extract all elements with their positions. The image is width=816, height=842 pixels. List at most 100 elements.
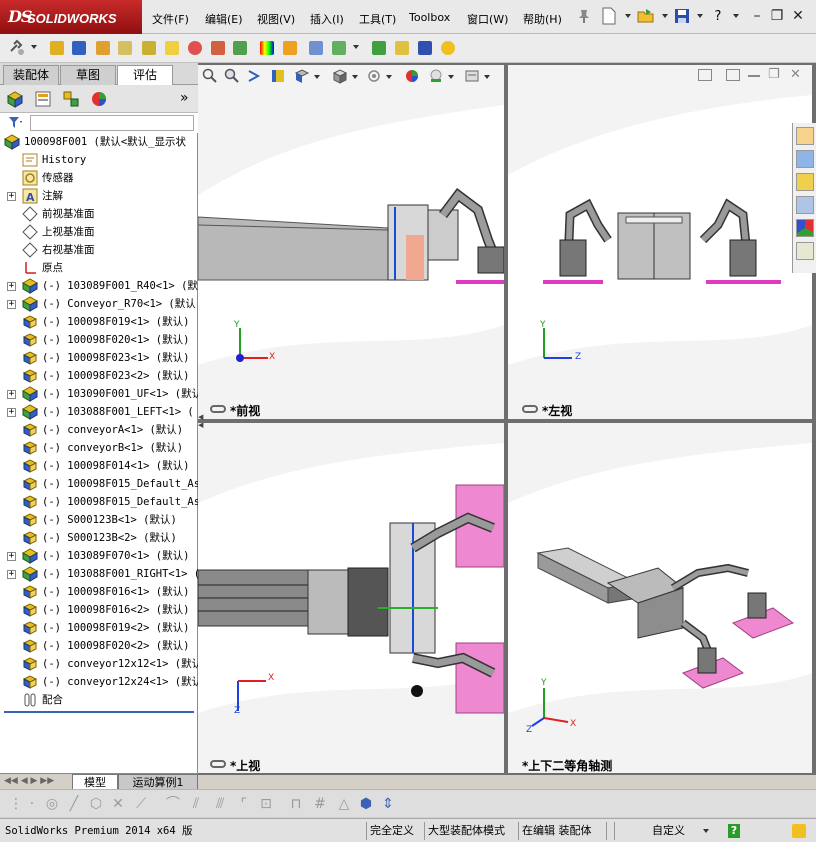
menu-view[interactable]: 视图(V) <box>257 11 295 27</box>
interference-detection-icon[interactable] <box>48 39 66 57</box>
tree-item[interactable]: 传感器 <box>0 169 198 187</box>
filter-icon[interactable] <box>8 116 24 133</box>
tree-item[interactable]: (-) S000123B<2> (默认) <box>0 529 198 547</box>
link-views-icon[interactable] <box>210 405 226 413</box>
tree-item[interactable]: + (-) Conveyor_R70<1> (默认 <box>0 295 198 313</box>
tree-item[interactable]: + (-) 103088F001_RIGHT<1> ( <box>0 565 198 583</box>
relation-icon[interactable]: △ <box>336 796 352 812</box>
apply-scene-arrow-icon[interactable] <box>448 75 454 79</box>
configuration-manager-icon[interactable] <box>62 90 80 108</box>
status-units[interactable]: 自定义 <box>652 823 685 839</box>
status-notification-icon[interactable] <box>792 824 806 838</box>
tree-item[interactable]: (-) 100098F020<2> (默认) <box>0 637 198 655</box>
hide-show-items-icon[interactable] <box>366 68 382 84</box>
tree-item[interactable]: (-) conveyor12x24<1> (默认 <box>0 673 198 691</box>
menu-insert[interactable]: 插入(I) <box>310 11 344 27</box>
custom-properties-icon[interactable] <box>796 242 814 260</box>
tree-item[interactable]: + (-) 103089F001_R40<1> (默 <box>0 277 198 295</box>
performance-evaluation-icon[interactable] <box>231 39 249 57</box>
tree-item[interactable]: 上视基准面 <box>0 223 198 241</box>
tree-item[interactable]: (-) 100098F015_Default_As <box>0 475 198 493</box>
tab-assembly[interactable]: 装配体 <box>3 65 59 85</box>
zoom-to-fit-icon[interactable] <box>202 68 218 84</box>
edit-appearance-icon[interactable] <box>404 68 420 84</box>
3d-sketch-icon[interactable]: ⬢ <box>358 796 374 812</box>
offset-icon[interactable]: ⫽ <box>188 796 204 812</box>
pushpin-icon[interactable] <box>575 7 593 25</box>
tree-item[interactable]: 原点 <box>0 259 198 277</box>
new-document-icon[interactable] <box>600 7 618 25</box>
tree-item[interactable]: (-) S000123B<1> (默认) <box>0 511 198 529</box>
simulation-xpress-icon[interactable] <box>370 39 388 57</box>
tree-filter-input[interactable] <box>30 115 194 131</box>
tree-item[interactable]: (-) 100098F019<1> (默认) <box>0 313 198 331</box>
link-views-icon[interactable] <box>210 760 226 768</box>
tree-item[interactable]: (-) 100098F015_Default_As <box>0 493 198 511</box>
viewport-top[interactable]: X Z *上视 <box>198 423 504 773</box>
viewport-split-icon[interactable] <box>698 69 712 81</box>
viewport-left[interactable]: Y Z *左视 <box>508 65 812 419</box>
viewport-iso[interactable]: Y X Z *上下二等角轴测 <box>508 423 812 773</box>
menu-file[interactable]: 文件(F) <box>152 11 189 27</box>
corner-icon[interactable]: ⌜ <box>236 796 252 812</box>
expand-node-icon[interactable]: + <box>7 408 16 417</box>
menu-edit[interactable]: 编辑(E) <box>205 11 243 27</box>
view-palette-icon[interactable] <box>796 196 814 214</box>
hide-show-arrow-icon[interactable] <box>386 75 392 79</box>
menu-toolbox[interactable]: Toolbox <box>409 11 450 24</box>
display-style-arrow-icon[interactable] <box>352 75 358 79</box>
hole-alignment-icon[interactable] <box>94 39 112 57</box>
expand-node-icon[interactable]: + <box>7 570 16 579</box>
grid-icon[interactable]: # <box>312 796 328 812</box>
polygon-icon[interactable]: ⬡ <box>88 796 104 812</box>
extend-icon[interactable]: ⟋ <box>133 796 149 812</box>
mass-properties-icon[interactable] <box>140 39 158 57</box>
minimize-icon[interactable]: – <box>748 7 766 25</box>
move-entity-icon[interactable]: ⇕ <box>380 796 396 812</box>
tree-item[interactable]: (-) conveyorA<1> (默认) <box>0 421 198 439</box>
fillet-icon[interactable]: ⌒ <box>165 796 181 812</box>
help-dropdown-arrow-icon[interactable] <box>733 14 739 18</box>
tree-item[interactable]: 前视基准面 <box>0 205 198 223</box>
viewport-close-icon[interactable]: ✕ <box>790 67 801 82</box>
point-icon[interactable]: · <box>24 796 40 812</box>
tree-item[interactable]: (-) conveyor12x12<1> (默认 <box>0 655 198 673</box>
display-manager-icon[interactable] <box>90 90 108 108</box>
tab-model[interactable]: 模型 <box>72 774 118 790</box>
trim-icon[interactable]: ✕ <box>110 796 126 812</box>
expand-panel-icon[interactable]: » <box>180 90 189 106</box>
measure-icon[interactable] <box>116 39 134 57</box>
tree-item[interactable]: (-) 100098F023<2> (默认) <box>0 367 198 385</box>
open-folder-icon[interactable] <box>637 7 655 25</box>
status-help-icon[interactable]: ? <box>728 824 740 838</box>
viewport-minimize-icon[interactable] <box>748 75 760 77</box>
tree-item[interactable]: 右视基准面 <box>0 241 198 259</box>
apply-scene-icon[interactable] <box>428 68 444 84</box>
construction-icon[interactable]: ⊡ <box>258 796 274 812</box>
tree-item[interactable]: (-) 100098F014<1> (默认) <box>0 457 198 475</box>
tree-item[interactable]: + (-) 103089F070<1> (默认) <box>0 547 198 565</box>
expand-node-icon[interactable]: + <box>7 300 16 309</box>
expand-node-icon[interactable]: + <box>7 552 16 561</box>
check-dropdown-arrow-icon[interactable] <box>353 45 359 49</box>
sustainability-icon[interactable] <box>439 39 457 57</box>
tree-item[interactable]: (-) 100098F020<1> (默认) <box>0 331 198 349</box>
zoom-to-area-icon[interactable] <box>224 68 240 84</box>
view-orientation-arrow-icon[interactable] <box>314 75 320 79</box>
save-dropdown-arrow-icon[interactable] <box>697 14 703 18</box>
tree-item[interactable]: (-) 100098F019<2> (默认) <box>0 619 198 637</box>
tree-item[interactable]: 配合 <box>0 691 198 709</box>
appearances-icon[interactable] <box>796 219 814 237</box>
tab-motion-study[interactable]: 运动算例1 <box>118 774 198 790</box>
view-orientation-icon[interactable] <box>294 68 310 84</box>
open-dropdown-arrow-icon[interactable] <box>662 14 668 18</box>
clearance-verification-icon[interactable] <box>70 39 88 57</box>
check-icon[interactable] <box>330 39 348 57</box>
section-properties-icon[interactable] <box>163 39 181 57</box>
restore-icon[interactable]: ❐ <box>768 7 786 25</box>
save-icon[interactable] <box>673 7 691 25</box>
tree-item[interactable]: + A 注解 <box>0 187 198 205</box>
tree-root[interactable]: 100098F001 (默认<默认_显示状 <box>0 133 198 151</box>
property-manager-icon[interactable] <box>34 90 52 108</box>
assembly-visualization-icon[interactable] <box>209 39 227 57</box>
